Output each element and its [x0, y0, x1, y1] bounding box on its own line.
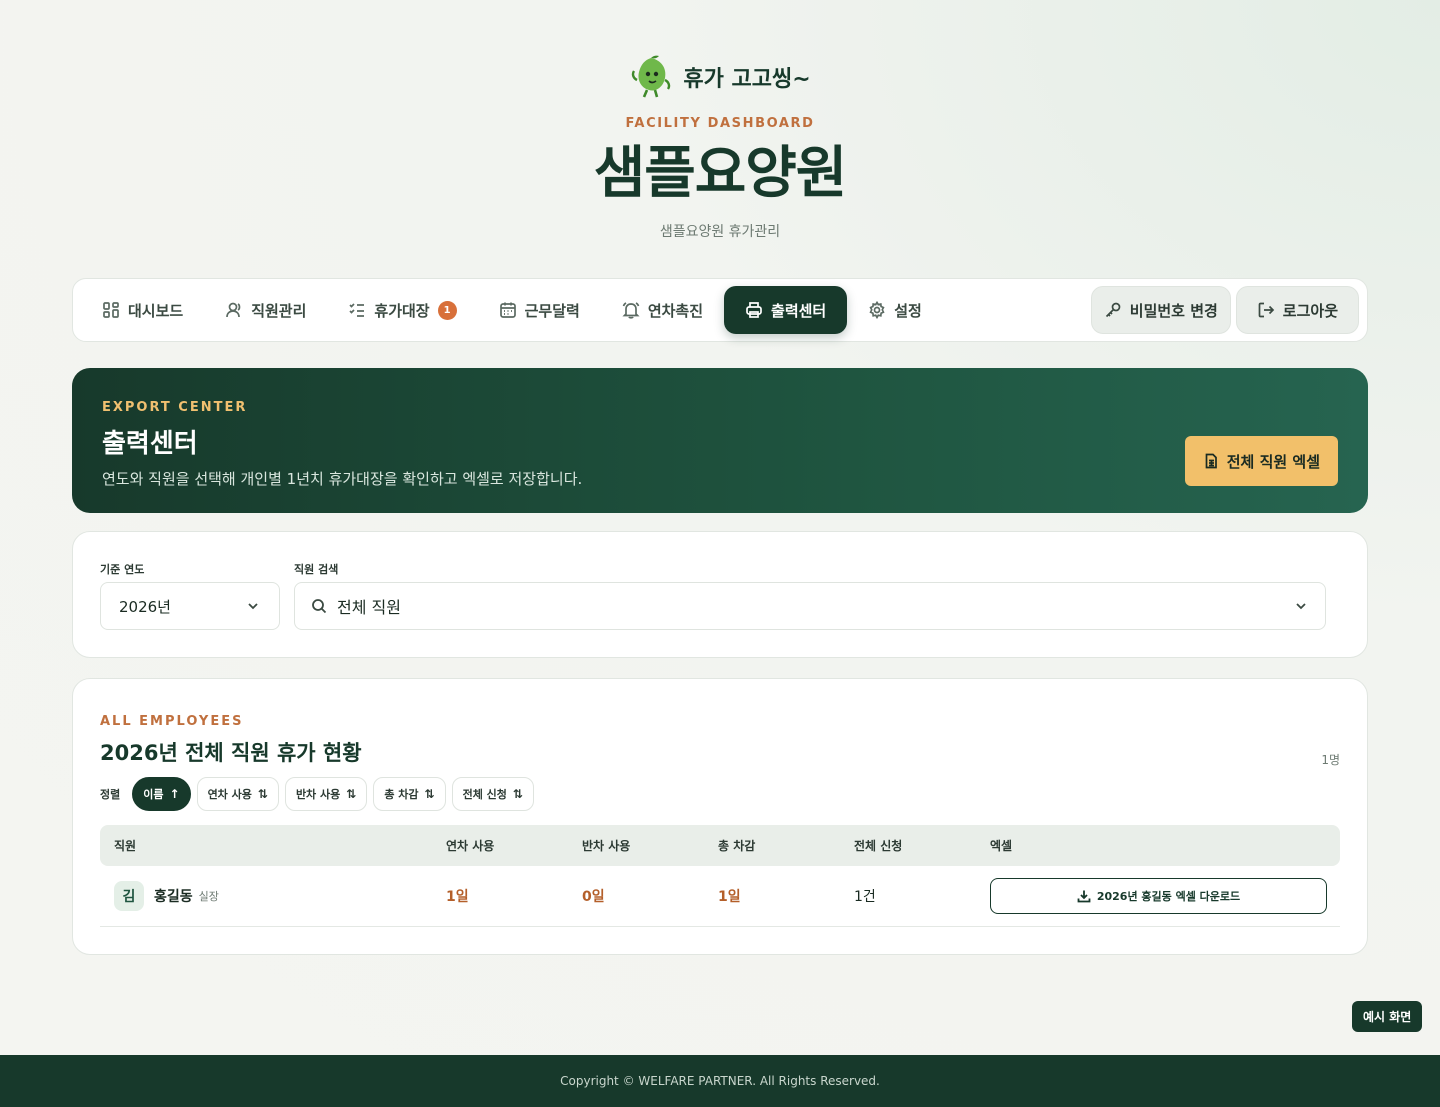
- column-header: 연차 사용: [446, 839, 495, 853]
- chip-label: 연차 사용: [207, 788, 252, 801]
- employee-search-combobox[interactable]: 전체 직원: [294, 582, 1326, 630]
- excel-cell: 2026년 홍길동 엑셀 다운로드: [990, 878, 1340, 914]
- page-header: 휴가 고고씽~ FACILITY DASHBOARD 샘플요양원 샘플요양원 휴…: [0, 0, 1440, 241]
- printer-icon: [746, 302, 762, 318]
- search-value: 전체 직원: [337, 598, 401, 617]
- list-title: 2026년 전체 직원 휴가 현황: [100, 741, 362, 765]
- year-select[interactable]: 2026년: [100, 582, 280, 630]
- year-label: 기준 연도: [100, 563, 145, 576]
- sort-toggle-icon: ⇅: [512, 787, 523, 801]
- calendar-icon: [499, 302, 516, 318]
- list-eyebrow: ALL EMPLOYEES: [100, 714, 244, 729]
- export-all-label: 전체 직원 엑셀: [1226, 452, 1320, 471]
- chevron-down-icon: [1296, 603, 1306, 610]
- sort-by-half-chip[interactable]: 반차 사용 ⇅: [284, 777, 368, 811]
- nav-item-leave-promotion[interactable]: 연차촉진: [601, 286, 724, 334]
- nav-item-dashboard[interactable]: 대시보드: [81, 286, 204, 334]
- page-subtitle: 샘플요양원 휴가관리: [659, 224, 781, 240]
- download-excel-button[interactable]: 2026년 홍길동 엑셀 다운로드: [990, 878, 1327, 914]
- logout-icon: [1258, 302, 1274, 318]
- demo-badge: 예시 화면: [1352, 1001, 1423, 1032]
- year-value: 2026년: [119, 597, 171, 616]
- copyright-text: Copyright © WELFARE PARTNER. All Rights …: [560, 1074, 880, 1088]
- chevron-down-icon: [248, 603, 258, 610]
- sort-toggle-icon: ⇅: [257, 787, 268, 801]
- grid-icon: [103, 302, 119, 318]
- search-icon: [312, 599, 327, 614]
- download-label: 2026년 홍길동 엑셀 다운로드: [1096, 890, 1241, 903]
- total-deducted-cell: 1일: [718, 889, 741, 905]
- nav-item-employees[interactable]: 직원관리: [204, 286, 327, 334]
- bell-icon: [622, 302, 640, 319]
- chip-label: 반차 사용: [295, 788, 341, 801]
- logout-button[interactable]: 로그아웃: [1235, 286, 1359, 334]
- sort-by-total-chip[interactable]: 총 차감 ⇅: [373, 777, 446, 811]
- column-header: 전체 신청: [854, 839, 903, 853]
- spreadsheet-icon: [1205, 453, 1217, 469]
- chip-label: 총 차감: [384, 788, 419, 801]
- employee-count: 1명: [1321, 753, 1340, 767]
- total-requests-cell: 1건: [854, 889, 876, 905]
- filter-card: 기준 연도 직원 검색 2026년 전체 직원: [72, 531, 1368, 658]
- search-label: 직원 검색: [294, 563, 339, 576]
- employee-table: 직원 연차 사용 반차 사용 총 차감 전체 신청 엑셀 김 홍길동 실장 1일…: [100, 825, 1340, 927]
- export-center-hero: EXPORT CENTER 출력센터 연도와 직원을 선택해 개인별 1년치 휴…: [72, 368, 1368, 513]
- employee-name: 홍길동: [154, 889, 193, 905]
- nav-item-export-center[interactable]: 출력센터: [724, 286, 848, 334]
- leaf-mascot-icon: [632, 55, 671, 98]
- employee-list-card: ALL EMPLOYEES 2026년 전체 직원 휴가 현황 1명 정렬 이름…: [72, 678, 1368, 955]
- hero-title: 출력센터: [102, 429, 198, 459]
- nav-item-label: 설정: [894, 301, 922, 320]
- column-header: 직원: [114, 839, 137, 853]
- sort-label: 정렬: [100, 788, 121, 801]
- chip-label: 이름: [143, 788, 164, 801]
- gear-icon: [869, 301, 885, 319]
- user-icon: [226, 302, 241, 318]
- brand: 휴가 고고씽~: [0, 54, 1440, 100]
- chip-label: 전체 신청: [462, 788, 507, 801]
- nav-item-label: 연차촉진: [647, 301, 704, 320]
- avatar: 김: [114, 881, 144, 911]
- header-eyebrow: FACILITY DASHBOARD: [625, 116, 815, 131]
- sort-by-annual-chip[interactable]: 연차 사용 ⇅: [196, 777, 279, 811]
- change-password-button[interactable]: 비밀번호 변경: [1090, 286, 1231, 334]
- change-password-label: 비밀번호 변경: [1129, 301, 1218, 320]
- logout-label: 로그아웃: [1282, 301, 1338, 320]
- nav-item-label: 휴가대장: [374, 301, 430, 320]
- employee-cell: 김 홍길동 실장: [100, 881, 446, 911]
- nav-item-leave-ledger[interactable]: 휴가대장 1: [327, 286, 477, 334]
- nav-item-label: 출력센터: [771, 301, 827, 320]
- download-icon: [1077, 890, 1091, 903]
- checklist-icon: [349, 303, 365, 317]
- column-header: 엑셀: [990, 839, 1013, 853]
- annual-used-cell: 1일: [446, 889, 469, 905]
- export-all-excel-button[interactable]: 전체 직원 엑셀: [1184, 436, 1338, 486]
- page-title: 샘플요양원: [593, 141, 848, 206]
- nav-item-work-calendar[interactable]: 근무달력: [478, 286, 601, 334]
- sort-toggle-icon: ⇅: [346, 787, 357, 801]
- table-row: 김 홍길동 실장 1일 0일 1일 1건 2026년 홍길동 엑셀 다운로드: [100, 866, 1340, 927]
- main-nav: 대시보드 직원관리 휴가대장 1 근무달력 연차촉진 출력센터 설정 비밀번호 …: [72, 278, 1368, 342]
- nav-item-label: 근무달력: [524, 301, 580, 320]
- nav-item-label: 직원관리: [251, 301, 307, 320]
- hero-description: 연도와 직원을 선택해 개인별 1년치 휴가대장을 확인하고 엑셀로 저장합니다…: [102, 470, 583, 488]
- nav-item-label: 대시보드: [128, 301, 184, 320]
- brand-name: 휴가 고고씽~: [683, 67, 811, 92]
- sort-by-requests-chip[interactable]: 전체 신청 ⇅: [451, 777, 534, 811]
- sort-toggle-icon: ⇅: [424, 787, 435, 801]
- employee-role: 실장: [198, 890, 219, 903]
- column-header: 총 차감: [718, 839, 756, 853]
- nav-item-settings[interactable]: 설정: [847, 286, 943, 334]
- table-header: 직원 연차 사용 반차 사용 총 차감 전체 신청 엑셀: [100, 825, 1340, 866]
- column-header: 반차 사용: [582, 839, 631, 853]
- sort-by-name-chip[interactable]: 이름 ↑: [132, 777, 191, 811]
- half-used-cell: 0일: [582, 889, 605, 905]
- hero-eyebrow: EXPORT CENTER: [102, 400, 248, 415]
- sort-asc-icon: ↑: [169, 787, 180, 801]
- key-icon: [1105, 302, 1121, 318]
- footer: Copyright © WELFARE PARTNER. All Rights …: [0, 1055, 1440, 1107]
- sort-controls: 정렬 이름 ↑ 연차 사용 ⇅ 반차 사용 ⇅ 총 차감 ⇅ 전체 신청 ⇅: [100, 777, 534, 811]
- notification-badge: 1: [437, 300, 457, 320]
